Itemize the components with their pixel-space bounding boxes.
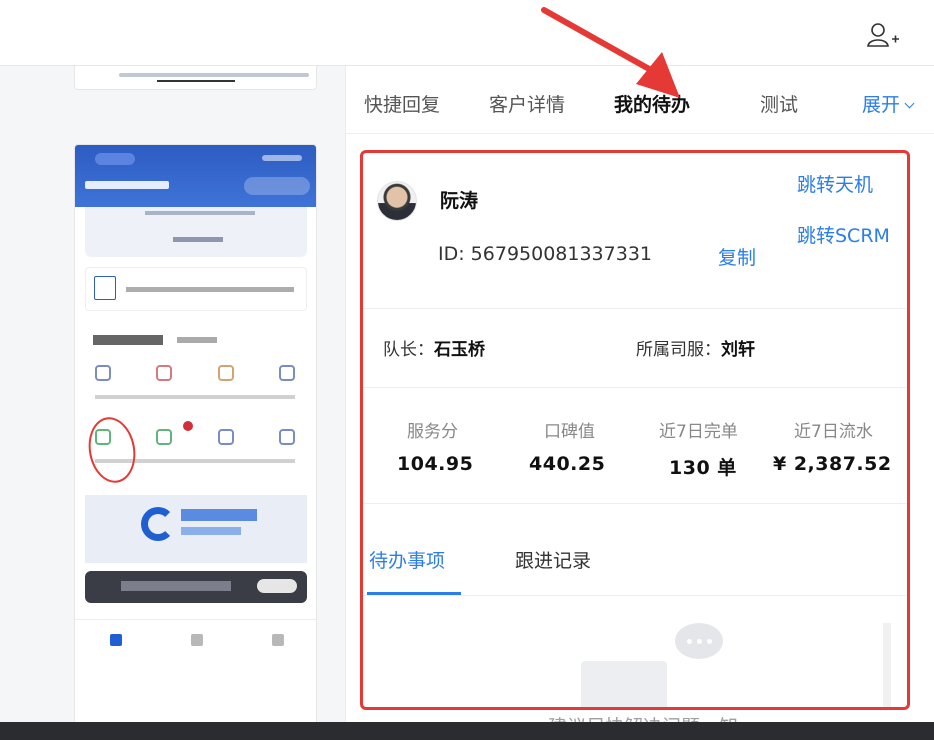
stat-label-7d-orders: 近7日完单 [659,422,738,442]
tab-customer-detail[interactable]: 客户详情 [489,90,565,117]
phone-services-grid [83,325,307,487]
captain-label: 队长： [383,340,434,360]
driver-service-name: 刘轩 [721,340,755,360]
tab-my-todo[interactable]: 我的待办 [614,90,690,117]
notification-badge [183,421,193,431]
chat-panel [0,66,345,738]
chevron-down-icon [904,98,915,109]
stat-value-7d-revenue: ¥ 2,387.52 [773,453,892,475]
stat-value-service-score: 104.95 [397,453,474,475]
stat-value-reputation: 440.25 [529,453,606,475]
panel-tabs: 快捷回复 客户详情 我的待办 测试 展开 [346,66,934,134]
jump-tianji-link[interactable]: 跳转天机 [797,170,873,197]
subtab-follow-up-records[interactable]: 跟进记录 [515,546,591,573]
phone-logo-banner [85,495,307,563]
side-panel: 快捷回复 客户详情 我的待办 测试 展开 阮涛 跳转天机 跳转SCRM ID: … [345,66,934,722]
tab-test[interactable]: 测试 [760,90,798,117]
avatar [377,181,417,221]
customer-name: 阮涛 [440,190,479,212]
divider [363,595,907,596]
driver-service-info: 所属司服：刘轩 [636,335,755,360]
copy-button[interactable]: 复制 [718,243,756,270]
add-user-icon[interactable] [866,22,900,48]
empty-state-illustration [581,661,667,707]
empty-state-chat-icon [675,623,723,659]
captain-name: 石玉桥 [434,340,485,360]
phone-screenshot-image[interactable] [74,144,317,738]
phone-notice [85,267,307,311]
jump-scrm-link[interactable]: 跳转SCRM [797,221,890,248]
driver-service-label: 所属司服： [636,340,721,360]
page: 快捷回复 客户详情 我的待办 测试 展开 阮涛 跳转天机 跳转SCRM ID: … [0,0,934,740]
bottom-dark-bar [0,722,934,740]
customer-id: ID: 567950081337331 [438,243,653,265]
top-bar [0,0,934,66]
stat-label-7d-revenue: 近7日流水 [794,422,873,442]
divider [363,503,907,504]
expand-label: 展开 [862,94,901,116]
phone-toast [85,571,307,603]
subtab-todo-items[interactable]: 待办事项 [369,546,445,573]
stat-label-reputation: 口碑值 [544,422,595,442]
expand-button[interactable]: 展开 [862,90,915,117]
phone-header [75,145,316,207]
scrollbar[interactable] [883,623,891,707]
annotation-circle [83,413,141,487]
stat-label-service-score: 服务分 [407,422,458,442]
phone-tabbar [75,619,316,659]
tab-quick-reply[interactable]: 快捷回复 [364,90,440,117]
previous-message-card [74,66,317,90]
divider [363,308,907,309]
captain-info: 队长：石玉桥 [383,335,485,360]
customer-card: 阮涛 跳转天机 跳转SCRM ID: 567950081337331 复制 队长… [360,150,910,710]
stat-value-7d-orders: 130 单 [669,457,737,479]
phone-banner [85,207,307,257]
divider [363,387,907,388]
